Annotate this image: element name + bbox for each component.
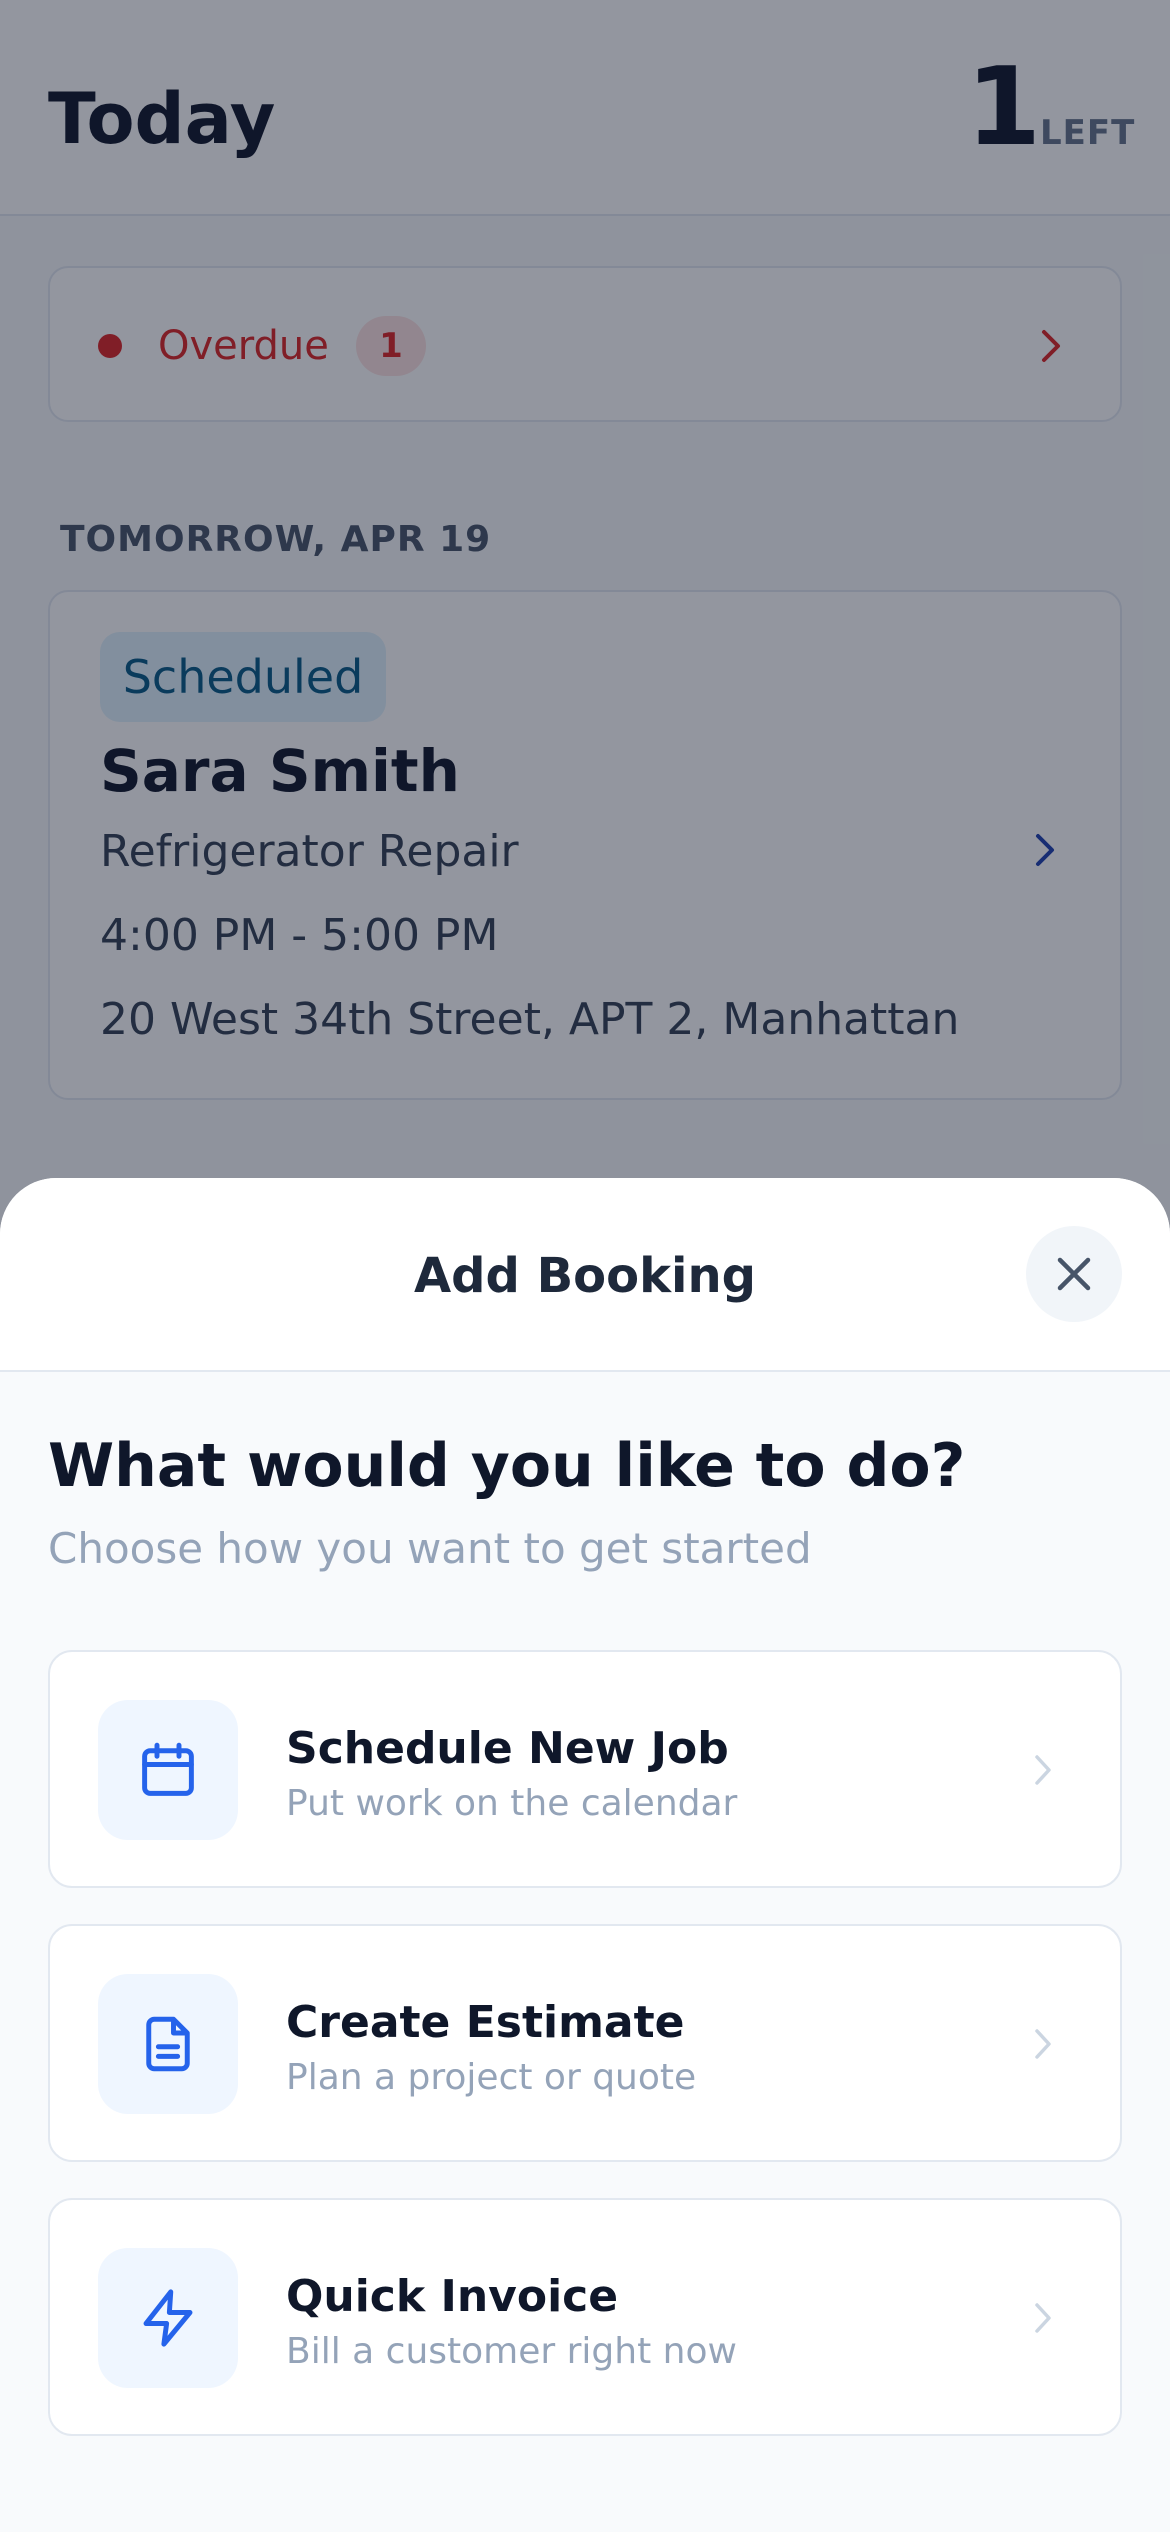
add-booking-sheet: Add Booking What would you like to do? C… [0, 1178, 1170, 2532]
app-root: Today 1 LEFT Overdue 1 TOMORROW, APR 19 … [0, 0, 1170, 2532]
option-icon-container [98, 1974, 238, 2114]
quick-invoice-option[interactable]: Quick Invoice Bill a customer right now [48, 2198, 1122, 2436]
calendar-icon [142, 1742, 194, 1796]
sheet-title: Add Booking [413, 1248, 757, 1304]
option-icon-container [98, 1700, 238, 1840]
sheet-subheading: Choose how you want to get started [48, 1524, 812, 1573]
option-description: Put work on the calendar [286, 1783, 738, 1824]
close-button[interactable] [1026, 1226, 1122, 1322]
lightning-icon [143, 2289, 193, 2347]
chevron-right-icon [1035, 2303, 1051, 2333]
document-icon [146, 2016, 190, 2072]
chevron-right-icon [1035, 1755, 1051, 1785]
chevron-right-icon [1035, 2029, 1051, 2059]
create-estimate-option[interactable]: Create Estimate Plan a project or quote [48, 1924, 1122, 2162]
schedule-new-job-option[interactable]: Schedule New Job Put work on the calenda… [48, 1650, 1122, 1888]
option-icon-container [98, 2248, 238, 2388]
close-icon [1057, 1257, 1091, 1291]
sheet-heading: What would you like to do? [48, 1431, 966, 1501]
option-description: Plan a project or quote [286, 2057, 697, 2098]
sheet-header: Add Booking [0, 1178, 1170, 1372]
option-title: Quick Invoice [286, 2271, 619, 2322]
option-title: Schedule New Job [286, 1723, 729, 1774]
option-title: Create Estimate [286, 1997, 685, 2048]
option-description: Bill a customer right now [286, 2331, 737, 2372]
